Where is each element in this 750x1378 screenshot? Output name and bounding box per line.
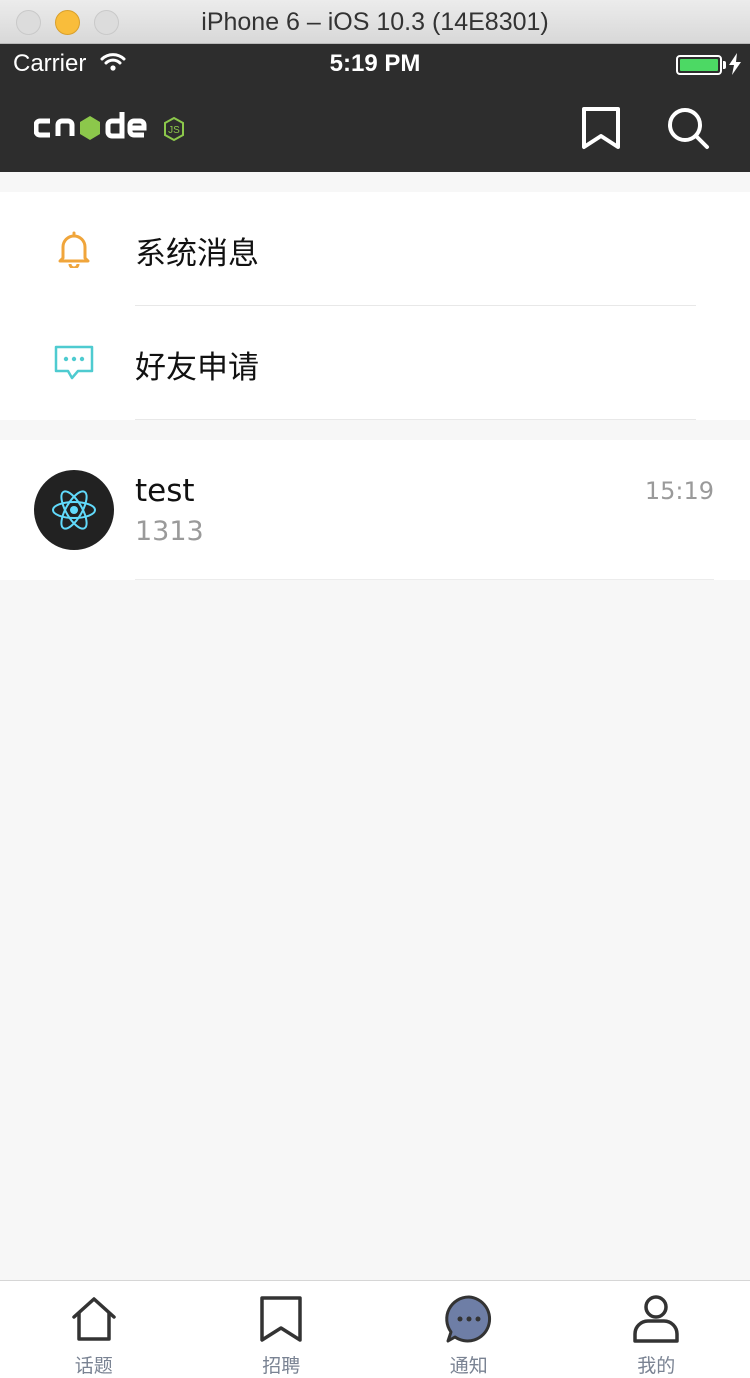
row-divider xyxy=(135,579,714,580)
bell-icon xyxy=(50,227,98,271)
simulator-title: iPhone 6 – iOS 10.3 (14E8301) xyxy=(201,8,549,36)
tab-label: 通知 xyxy=(449,1355,488,1377)
tab-jobs[interactable]: 招聘 xyxy=(188,1281,376,1378)
simulator-titlebar: iPhone 6 – iOS 10.3 (14E8301) xyxy=(0,0,750,44)
bookmark-button[interactable] xyxy=(574,100,628,156)
battery-tip xyxy=(723,61,726,69)
tab-label: 我的 xyxy=(637,1355,676,1377)
message-time: 15:19 xyxy=(644,477,714,505)
tab-label: 话题 xyxy=(74,1355,113,1377)
chat-bubble-icon xyxy=(50,341,98,385)
tab-bar: 话题 招聘 通知 我的 xyxy=(0,1280,750,1378)
avatar xyxy=(34,470,114,550)
search-icon xyxy=(668,108,709,149)
message-row[interactable]: test 1313 15:19 xyxy=(0,440,750,580)
cnodejs-logo-icon[interactable]: JS xyxy=(33,108,188,152)
battery-icon xyxy=(676,55,722,75)
message-sender-name: test xyxy=(135,473,195,509)
app-nav-bar: JS xyxy=(0,84,750,172)
tab-label: 招聘 xyxy=(262,1355,301,1377)
system-messages-row[interactable]: 系统消息 xyxy=(0,192,750,306)
search-button[interactable] xyxy=(660,100,716,156)
messages-group: test 1313 15:19 xyxy=(0,440,750,580)
status-time: 5:19 PM xyxy=(329,50,421,77)
home-icon xyxy=(69,1294,119,1344)
message-dots-icon xyxy=(444,1294,494,1344)
user-icon xyxy=(631,1294,681,1344)
svg-text:JS: JS xyxy=(168,125,180,136)
status-bar: Carrier 5:19 PM xyxy=(0,44,750,84)
tab-notifications[interactable]: 通知 xyxy=(375,1281,563,1378)
system-messages-label: 系统消息 xyxy=(135,236,259,272)
charging-icon xyxy=(728,53,742,80)
bookmark-icon xyxy=(256,1294,306,1344)
row-divider xyxy=(135,419,696,420)
bookmark-icon xyxy=(582,107,620,149)
message-preview: 1313 xyxy=(135,516,204,547)
tab-profile[interactable]: 我的 xyxy=(563,1281,750,1378)
react-atom-icon xyxy=(52,490,96,530)
friend-requests-row[interactable]: 好友申请 xyxy=(0,306,750,420)
friend-requests-label: 好友申请 xyxy=(135,350,259,386)
tab-topics[interactable]: 话题 xyxy=(0,1281,188,1378)
system-items-group: 系统消息 好友申请 xyxy=(0,192,750,420)
